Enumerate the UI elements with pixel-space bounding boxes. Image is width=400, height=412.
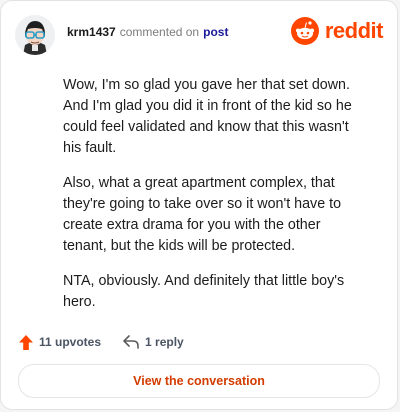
- embedded-comment-card: krm1437 commented on post reddit Wow, I'…: [0, 0, 398, 410]
- reddit-logo-icon: [290, 17, 319, 45]
- avatar-illustration-icon: [15, 15, 55, 55]
- comment-body: Wow, I'm so glad you gave her that set d…: [63, 75, 367, 327]
- comment-header: krm1437 commented on post reddit: [15, 13, 384, 57]
- reply-arrow-icon: [123, 335, 139, 349]
- comment-paragraph: Also, what a great apartment complex, th…: [63, 175, 342, 254]
- reddit-brand[interactable]: reddit: [290, 17, 384, 45]
- reddit-wordmark: reddit: [324, 18, 384, 43]
- user-avatar[interactable]: [15, 15, 55, 55]
- comment-paragraph: NTA, obviously. And definitely that litt…: [63, 273, 345, 310]
- comment-footer: 11 upvotes 1 reply: [19, 331, 379, 353]
- comment-author[interactable]: krm1437: [67, 25, 116, 39]
- post-link[interactable]: post: [203, 25, 228, 39]
- upvote-count[interactable]: 11 upvotes: [19, 334, 102, 350]
- reply-label: 1 reply: [145, 335, 184, 349]
- comment-paragraph: Wow, I'm so glad you gave her that set d…: [63, 77, 352, 156]
- reply-count[interactable]: 1 reply: [123, 335, 184, 349]
- view-conversation-button[interactable]: View the conversation: [18, 364, 380, 398]
- upvote-label: 11 upvotes: [39, 335, 102, 349]
- upvote-arrow-icon: [19, 334, 33, 350]
- comment-meta: krm1437 commented on post: [67, 25, 228, 39]
- comment-action-text: commented on: [119, 25, 200, 39]
